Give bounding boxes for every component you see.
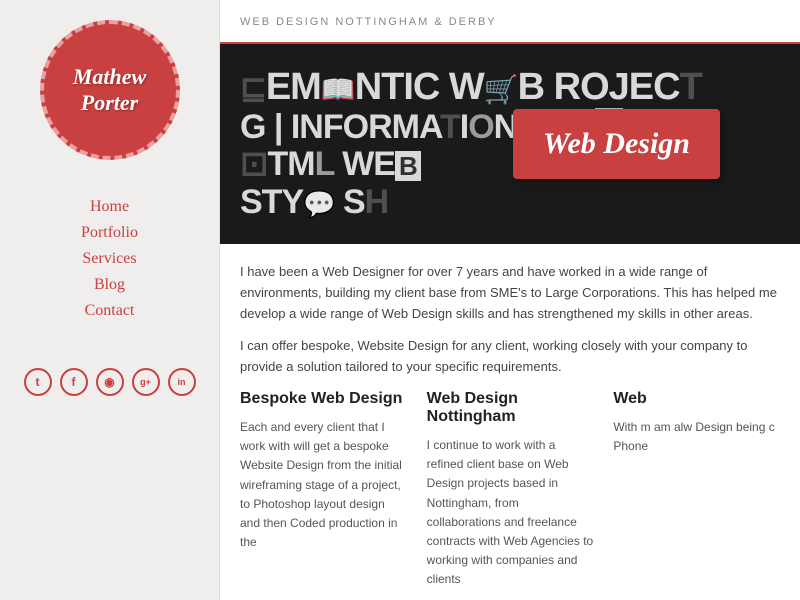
nav-item-services[interactable]: Services — [0, 250, 219, 268]
nav-item-contact[interactable]: Contact — [0, 302, 219, 320]
col2-title: Web Design Nottingham — [427, 390, 594, 426]
nav-link-portfolio[interactable]: Portfolio — [81, 224, 138, 241]
web-design-badge: Web Design — [513, 109, 720, 179]
social-icons-group: t f ◉ g+ in — [24, 368, 196, 396]
hero-area: ⊑EM📖NTIC W🛒B ROJECT G | INFORMATION ARCH… — [220, 44, 800, 244]
col1-text: Each and every client that I work with w… — [240, 418, 407, 552]
navigation-menu: Home Portfolio Services Blog Contact — [0, 190, 219, 328]
site-tagline: WEB DESIGN NOTTINGHAM & DERBY — [240, 16, 497, 28]
dribbble-icon[interactable]: ◉ — [96, 368, 124, 396]
sidebar: MathewPorter Home Portfolio Services Blo… — [0, 0, 220, 600]
nav-link-home[interactable]: Home — [90, 198, 129, 215]
facebook-icon[interactable]: f — [60, 368, 88, 396]
logo-circle: MathewPorter — [40, 20, 180, 160]
col3-text: With m am alw Design being c Phone — [613, 418, 780, 456]
nav-link-contact[interactable]: Contact — [85, 302, 135, 319]
googleplus-icon[interactable]: g+ — [132, 368, 160, 396]
main-content: WEB DESIGN NOTTINGHAM & DERBY ⊑EM📖NTIC W… — [220, 0, 800, 600]
linkedin-icon[interactable]: in — [168, 368, 196, 396]
nav-link-blog[interactable]: Blog — [94, 276, 125, 293]
nav-item-blog[interactable]: Blog — [0, 276, 219, 294]
col3-title: Web — [613, 390, 780, 408]
col2-text: I continue to work with a refined client… — [427, 436, 594, 590]
content-area: I have been a Web Designer for over 7 ye… — [220, 244, 800, 600]
nav-link-services[interactable]: Services — [82, 250, 136, 267]
hero-line-1: ⊑EM📖NTIC W🛒B ROJECT — [240, 67, 780, 109]
column-third: Web With m am alw Design being c Phone — [613, 390, 780, 590]
column-bespoke: Bespoke Web Design Each and every client… — [240, 390, 407, 590]
intro-paragraph-1: I have been a Web Designer for over 7 ye… — [240, 262, 780, 324]
nav-item-home[interactable]: Home — [0, 198, 219, 216]
twitter-icon[interactable]: t — [24, 368, 52, 396]
hero-line-4: STY💬 SH — [240, 184, 780, 221]
columns-area: Bespoke Web Design Each and every client… — [240, 390, 780, 590]
header-bar: WEB DESIGN NOTTINGHAM & DERBY — [220, 0, 800, 44]
intro-paragraph-2: I can offer bespoke, Website Design for … — [240, 336, 780, 378]
column-nottingham: Web Design Nottingham I continue to work… — [427, 390, 594, 590]
nav-item-portfolio[interactable]: Portfolio — [0, 224, 219, 242]
badge-text: Web Design — [543, 127, 690, 160]
col1-title: Bespoke Web Design — [240, 390, 407, 408]
logo-text: MathewPorter — [73, 64, 146, 117]
